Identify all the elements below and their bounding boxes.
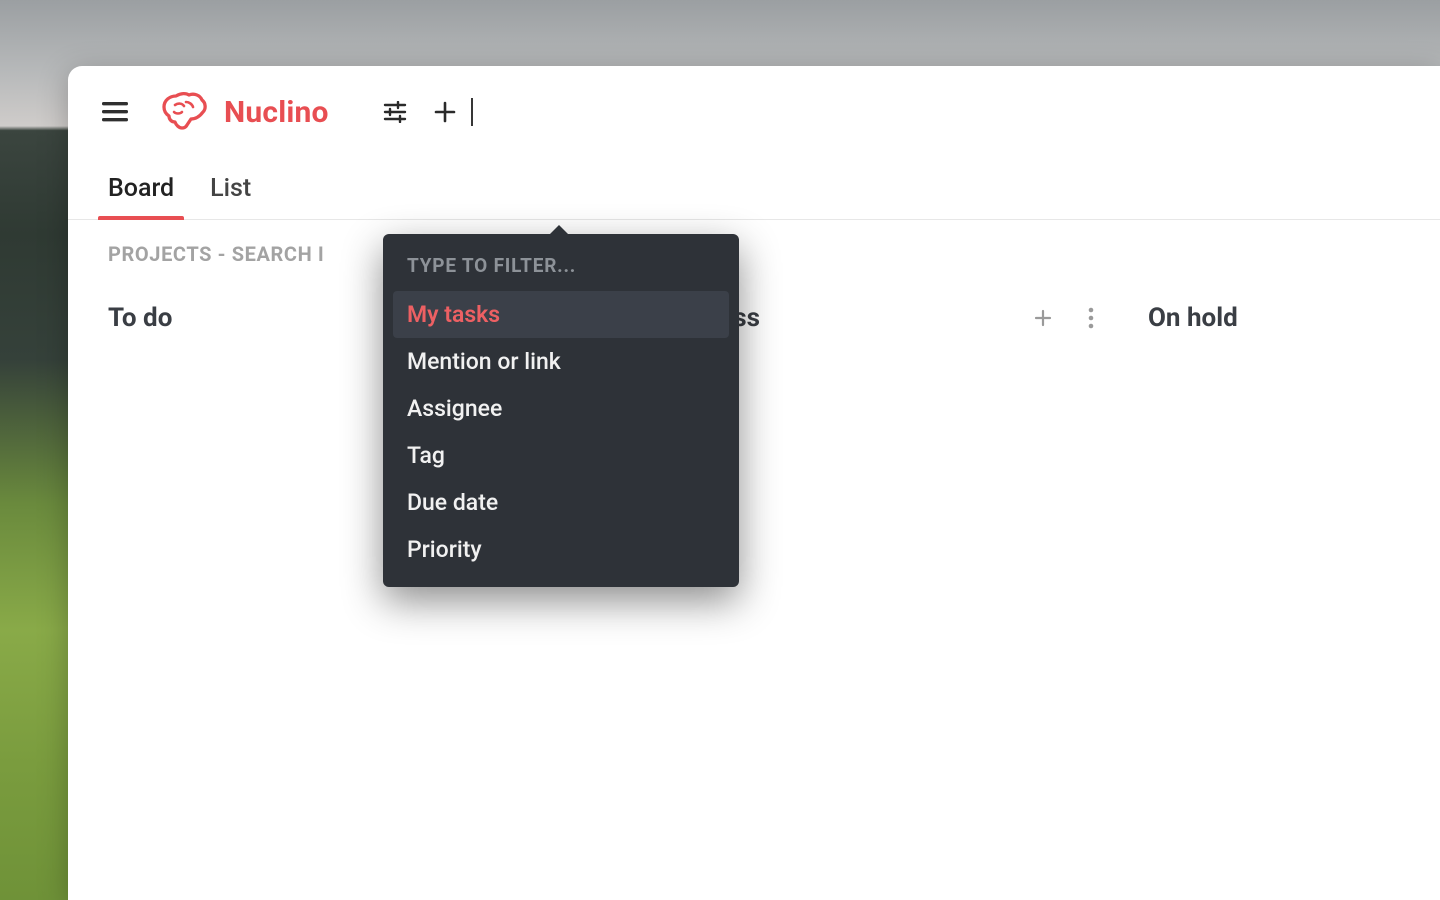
- filter-option-priority[interactable]: Priority: [393, 526, 729, 573]
- filter-option-due-date[interactable]: Due date: [393, 479, 729, 526]
- brand-name: Nuclino: [224, 95, 329, 130]
- plus-icon: [1033, 308, 1053, 328]
- column-title: To do: [108, 303, 172, 333]
- tab-list[interactable]: List: [210, 174, 251, 219]
- column-menu-button[interactable]: [1078, 305, 1104, 331]
- column-actions: [1030, 305, 1104, 331]
- brand[interactable]: Nuclino: [158, 90, 329, 134]
- board: To do In progress: [68, 274, 1440, 344]
- filter-option-label: Due date: [407, 489, 498, 516]
- hamburger-icon: [102, 102, 128, 122]
- filter-option-tag[interactable]: Tag: [393, 432, 729, 479]
- filter-option-label: My tasks: [407, 301, 500, 328]
- breadcrumb: PROJECTS - SEARCH I: [68, 220, 1440, 274]
- app-window: Nuclino: [68, 66, 1440, 900]
- tab-label: List: [210, 174, 251, 203]
- tab-label: Board: [108, 174, 174, 203]
- filter-input-placeholder[interactable]: TYPE TO FILTER...: [393, 248, 729, 291]
- filter-menu: TYPE TO FILTER... My tasks Mention or li…: [383, 234, 739, 587]
- view-tabs: Board List: [68, 158, 1440, 220]
- column-title: On hold: [1148, 303, 1238, 333]
- menu-button[interactable]: [96, 93, 134, 131]
- add-filter-button[interactable]: [427, 94, 463, 130]
- tab-board[interactable]: Board: [108, 174, 174, 219]
- filter-option-assignee[interactable]: Assignee: [393, 385, 729, 432]
- column-header: On hold: [1148, 292, 1440, 344]
- breadcrumb-text: PROJECTS - SEARCH I: [108, 242, 324, 266]
- filter-option-label: Assignee: [407, 395, 502, 422]
- top-actions: [377, 94, 463, 130]
- top-bar: Nuclino: [68, 66, 1440, 158]
- sliders-icon: [383, 101, 407, 123]
- filter-settings-button[interactable]: [377, 94, 413, 130]
- add-card-button[interactable]: [1030, 305, 1056, 331]
- board-column-on-hold: On hold: [1132, 292, 1440, 344]
- brain-icon: [158, 90, 212, 134]
- filter-option-my-tasks[interactable]: My tasks: [393, 291, 729, 338]
- filter-option-label: Mention or link: [407, 348, 561, 375]
- filter-option-mention-or-link[interactable]: Mention or link: [393, 338, 729, 385]
- filter-option-label: Tag: [407, 442, 445, 469]
- filter-option-label: Priority: [407, 536, 482, 563]
- text-caret: [471, 98, 473, 126]
- kebab-icon: [1088, 307, 1094, 329]
- plus-icon: [434, 101, 456, 123]
